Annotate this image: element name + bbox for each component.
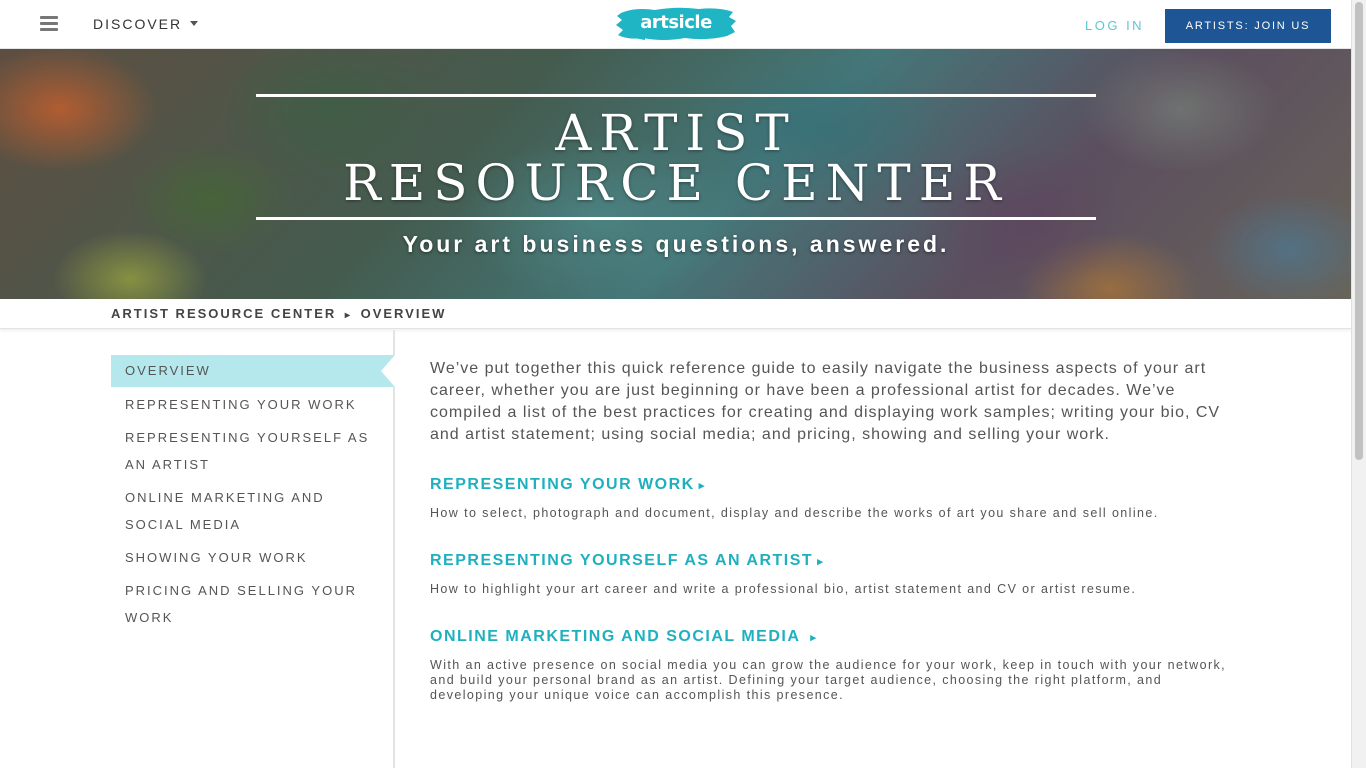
- sidebar-item-label: REPRESENTING YOURSELF AS AN ARTIST: [125, 430, 370, 472]
- hero-bottom-rule: [256, 217, 1096, 220]
- hamburger-menu-icon[interactable]: [40, 16, 58, 32]
- section-representing-your-work: REPRESENTING YOUR WORK ▸ How to select, p…: [430, 476, 1230, 521]
- logo-text: artsicle: [640, 12, 712, 33]
- section-description: How to highlight your art career and wri…: [430, 582, 1137, 596]
- hero-title-line2: RESOURCE CENTER: [343, 154, 1009, 212]
- sidebar-item-label: ONLINE MARKETING AND SOCIAL MEDIA: [125, 490, 325, 532]
- discover-label: DISCOVER: [93, 16, 183, 32]
- section-representing-yourself: REPRESENTING YOURSELF AS AN ARTIST ▸ How …: [430, 552, 1230, 597]
- sidebar-item-representing-yourself[interactable]: REPRESENTING YOURSELF AS AN ARTIST: [111, 421, 395, 481]
- hero-subtitle: Your art business questions, answered.: [402, 231, 950, 257]
- right-triangle-icon: ▸: [698, 480, 706, 492]
- section-link-representing-your-work[interactable]: REPRESENTING YOUR WORK ▸: [430, 476, 1230, 494]
- section-title-text: REPRESENTING YOURSELF AS AN ARTIST: [430, 552, 814, 569]
- sidebar-item-label: REPRESENTING YOUR WORK: [125, 397, 357, 412]
- sidebar-item-representing-your-work[interactable]: REPRESENTING YOUR WORK: [111, 388, 395, 421]
- page-scrollbar[interactable]: [1351, 0, 1366, 768]
- sidebar-item-label: SHOWING YOUR WORK: [125, 550, 308, 565]
- intro-paragraph: We’ve put together this quick reference …: [430, 360, 1221, 443]
- section-link-online-marketing[interactable]: ONLINE MARKETING AND SOCIAL MEDIA ▸: [430, 628, 1230, 646]
- section-link-representing-yourself[interactable]: REPRESENTING YOURSELF AS AN ARTIST ▸: [430, 552, 1230, 570]
- section-title-text: REPRESENTING YOUR WORK: [430, 476, 695, 493]
- sidebar-nav: OVERVIEW REPRESENTING YOUR WORK REPRESEN…: [111, 355, 395, 634]
- artsicle-logo[interactable]: artsicle: [615, 5, 737, 43]
- breadcrumb-current: OVERVIEW: [360, 306, 447, 321]
- breadcrumb-bar: ARTIST RESOURCE CENTER ▸ OVERVIEW: [0, 299, 1351, 329]
- sidebar-item-label: OVERVIEW: [125, 363, 211, 378]
- section-description: With an active presence on social media …: [430, 658, 1227, 702]
- discover-dropdown[interactable]: DISCOVER: [93, 16, 199, 32]
- sidebar-item-label: PRICING AND SELLING YOUR WORK: [125, 583, 357, 625]
- login-link[interactable]: LOG IN: [1085, 18, 1144, 33]
- artists-join-button[interactable]: ARTISTS: JOIN US: [1165, 9, 1331, 43]
- hero-banner: ARTIST RESOURCE CENTER Your art business…: [0, 49, 1351, 299]
- chevron-down-icon: [190, 20, 199, 26]
- section-title-text: ONLINE MARKETING AND SOCIAL MEDIA: [430, 628, 801, 645]
- right-triangle-icon: ▸: [817, 556, 825, 568]
- hero-title-line1: ARTIST: [555, 104, 797, 162]
- hero-top-rule: [256, 94, 1096, 97]
- scrollbar-thumb[interactable]: [1355, 2, 1363, 460]
- right-triangle-icon: ▸: [810, 632, 818, 644]
- top-navigation: DISCOVER artsicle LOG IN ARTISTS: JOIN U…: [0, 0, 1351, 49]
- breadcrumb-root-link[interactable]: ARTIST RESOURCE CENTER: [111, 306, 336, 321]
- breadcrumb: ARTIST RESOURCE CENTER ▸ OVERVIEW: [111, 306, 446, 321]
- sidebar-item-overview[interactable]: OVERVIEW: [111, 355, 395, 387]
- sidebar-item-online-marketing[interactable]: ONLINE MARKETING AND SOCIAL MEDIA: [111, 481, 395, 541]
- sidebar-item-showing-your-work[interactable]: SHOWING YOUR WORK: [111, 541, 395, 574]
- breadcrumb-separator-icon: ▸: [344, 310, 352, 321]
- section-description: How to select, photograph and document, …: [430, 506, 1159, 520]
- section-online-marketing: ONLINE MARKETING AND SOCIAL MEDIA ▸ With …: [430, 628, 1230, 703]
- sidebar-item-pricing-and-selling[interactable]: PRICING AND SELLING YOUR WORK: [111, 574, 395, 634]
- main-content: We’ve put together this quick reference …: [430, 358, 1230, 703]
